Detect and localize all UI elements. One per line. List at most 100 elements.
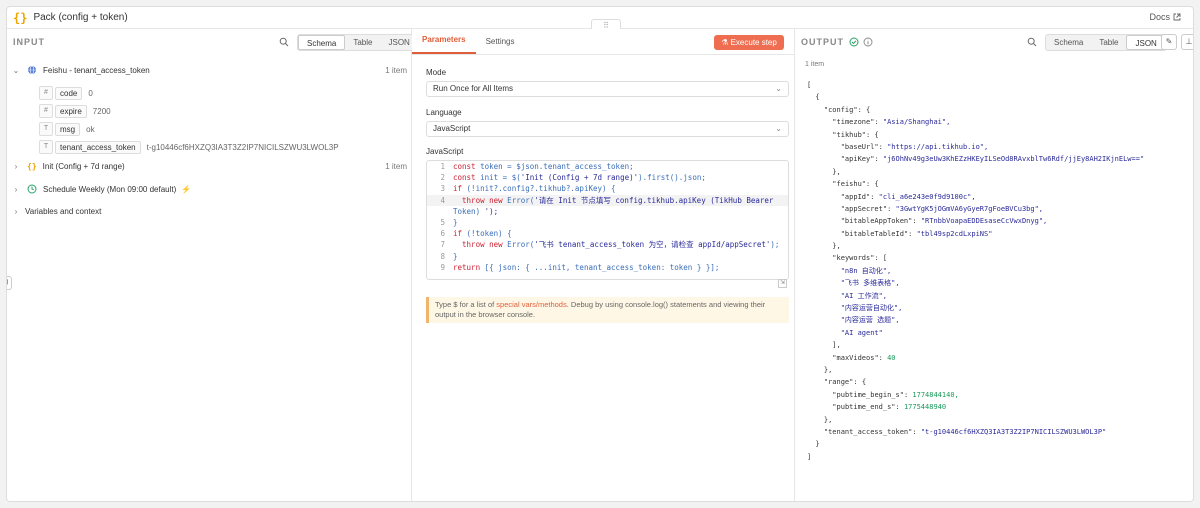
pin-output-button[interactable]: ⊥ bbox=[1181, 34, 1193, 50]
docs-label: Docs bbox=[1149, 12, 1170, 22]
line-number: 2 bbox=[440, 173, 445, 183]
mode-value: Run Once for All Items bbox=[433, 84, 514, 93]
json-line: ] bbox=[807, 452, 812, 461]
input-node-feishu[interactable]: ⌄ Feishu - tenant_access_token 1 item bbox=[7, 61, 411, 79]
edit-output-button[interactable]: ✎ bbox=[1161, 34, 1177, 50]
json-line: }, bbox=[807, 415, 833, 424]
line-number: 1 bbox=[440, 162, 445, 171]
json-line: "maxVideos": 40 bbox=[832, 353, 896, 362]
variables-label: Variables and context bbox=[25, 206, 102, 216]
external-link-icon bbox=[1173, 13, 1181, 21]
json-line: "内容运营自动化", bbox=[807, 304, 903, 313]
code-line[interactable]: Token) '); bbox=[427, 206, 788, 217]
output-view-switcher: Schema Table JSON bbox=[1045, 34, 1167, 51]
line-number: 6 bbox=[440, 229, 445, 239]
globe-icon bbox=[28, 65, 36, 75]
node-label: Schedule Weekly (Mon 09:00 default) bbox=[43, 184, 177, 194]
code-line[interactable]: 4 throw new Error('请在 Init 节点填写 config.t… bbox=[427, 194, 788, 206]
code-text: const init = $('Init (Config + 7d range)… bbox=[453, 173, 706, 183]
output-panel-header: OUTPUT Schema Table JSON ✎ ⊥ bbox=[795, 29, 1193, 55]
resize-icon[interactable]: ⇲ bbox=[778, 279, 787, 288]
schema-field[interactable]: T tenant_access_token t-g10446cf6HXZQ3IA… bbox=[39, 139, 339, 155]
json-line: "apiKey": "j6OhNv49g3eUw3KhEZzHKEyILSeOd… bbox=[840, 155, 1145, 164]
code-line[interactable]: 8} bbox=[427, 251, 788, 262]
pin-icon: ⊥ bbox=[1185, 37, 1193, 46]
input-node-schedule[interactable]: › Schedule Weekly (Mon 09:00 default) ⚡ bbox=[7, 180, 411, 198]
language-select[interactable]: JavaScript ⌄ bbox=[426, 121, 789, 137]
tab-parameters[interactable]: Parameters bbox=[412, 35, 476, 54]
code-text: return [{ json: { ...init, tenant_access… bbox=[453, 262, 720, 272]
json-line: "AI 工作流", bbox=[807, 291, 888, 300]
variables-context[interactable]: › Variables and context bbox=[7, 202, 411, 220]
json-line: "feishu": { bbox=[832, 180, 879, 189]
schema-field[interactable]: T msg ok bbox=[39, 121, 95, 137]
docs-link[interactable]: Docs bbox=[1149, 12, 1181, 22]
code-line[interactable]: 9 return [{ json: { ...init, tenant_acces… bbox=[427, 262, 788, 273]
json-line: "tikhub": { bbox=[832, 130, 879, 139]
input-title: INPUT bbox=[13, 37, 45, 47]
item-count: 1 item bbox=[385, 65, 407, 75]
json-line: "appId": "cli_a6e243e0f9d9100c", bbox=[840, 192, 976, 201]
code-text: throw new Error('飞书 tenant_access_token … bbox=[462, 240, 780, 250]
json-line: [ bbox=[807, 81, 812, 89]
tab-settings[interactable]: Settings bbox=[476, 37, 525, 54]
info-icon[interactable] bbox=[863, 37, 873, 47]
schema-field[interactable]: # expire 7200 bbox=[39, 103, 111, 119]
output-panel: OUTPUT Schema Table JSON ✎ ⊥ 1 item [ { … bbox=[795, 29, 1193, 501]
code-line[interactable]: 7 throw new Error('飞书 tenant_access_toke… bbox=[427, 239, 788, 250]
chevron-down-icon: ⌄ bbox=[775, 84, 782, 93]
code-line[interactable]: 2 const init = $('Init (Config + 7d range… bbox=[427, 172, 788, 183]
field-name[interactable]: msg bbox=[55, 122, 81, 136]
output-title: OUTPUT bbox=[801, 37, 844, 47]
input-node-init[interactable]: › {} Init (Config + 7d range) 1 item bbox=[7, 157, 411, 175]
field-name[interactable]: expire bbox=[55, 104, 87, 118]
json-line: } bbox=[807, 440, 820, 449]
field-name[interactable]: code bbox=[55, 86, 83, 100]
json-line: "appSecret": "3GwtYgK5jOGmVA6yGyeR7gFoeB… bbox=[840, 204, 1044, 213]
view-schema[interactable]: Schema bbox=[1046, 35, 1091, 50]
json-line: "tenant_access_token": "t-g10446cf6HXZQ3… bbox=[823, 427, 1107, 436]
mode-label: Mode bbox=[426, 68, 447, 77]
input-view-switcher: Schema Table JSON bbox=[297, 34, 419, 51]
view-table[interactable]: Table bbox=[345, 35, 380, 50]
schema-field[interactable]: # code 0 bbox=[39, 85, 93, 101]
braces-icon: {} bbox=[13, 10, 28, 25]
input-panel: INPUT Schema Table JSON ⌄ Feishu - tenan… bbox=[7, 29, 419, 501]
code-line[interactable]: 6 if (!token) { bbox=[427, 228, 788, 239]
json-line: { bbox=[807, 93, 820, 102]
node-title[interactable]: Pack (config + token) bbox=[33, 12, 127, 23]
code-label: JavaScript bbox=[426, 147, 464, 156]
view-schema[interactable]: Schema bbox=[298, 35, 346, 50]
chevron-right-icon[interactable]: › bbox=[11, 162, 21, 171]
check-circle-icon bbox=[849, 37, 859, 47]
code-line[interactable]: 1 const token = $json.tenant_access_token… bbox=[427, 161, 788, 172]
clock-icon bbox=[27, 184, 37, 194]
collapse-panel-handle[interactable]: ⟩ bbox=[7, 276, 12, 290]
code-text: const token = $json.tenant_access_token; bbox=[453, 162, 634, 171]
language-label: Language bbox=[426, 108, 462, 117]
code-line[interactable]: 3 if (!init?.config?.tikhub?.apiKey) { bbox=[427, 183, 788, 194]
pencil-icon: ✎ bbox=[1165, 37, 1173, 46]
json-line: "内容运营 选题", bbox=[807, 316, 900, 325]
input-panel-header: INPUT Schema Table JSON bbox=[7, 29, 419, 55]
chevron-right-icon[interactable]: › bbox=[11, 185, 21, 194]
mode-select[interactable]: Run Once for All Items ⌄ bbox=[426, 81, 789, 97]
chevron-down-icon[interactable]: ⌄ bbox=[11, 66, 21, 75]
special-vars-link[interactable]: special vars/methods bbox=[496, 300, 566, 309]
code-editor[interactable]: 1 const token = $json.tenant_access_token… bbox=[426, 160, 789, 280]
view-json[interactable]: JSON bbox=[1126, 35, 1166, 50]
execute-step-button[interactable]: ⚗ Execute step bbox=[714, 35, 784, 50]
chevron-right-icon[interactable]: › bbox=[11, 207, 21, 216]
search-icon[interactable] bbox=[279, 37, 289, 47]
code-text: } bbox=[453, 217, 458, 227]
json-line: "bitableTableId": "tbl49sp2cdLxpiNS" bbox=[840, 229, 993, 238]
field-name[interactable]: tenant_access_token bbox=[55, 140, 141, 154]
search-icon[interactable] bbox=[1027, 37, 1037, 47]
node-label: Feishu - tenant_access_token bbox=[43, 65, 150, 75]
view-table[interactable]: Table bbox=[1091, 35, 1126, 50]
code-hint: Type $ for a list of special vars/method… bbox=[426, 297, 789, 323]
json-line: }, bbox=[807, 242, 841, 251]
code-line[interactable]: 5} bbox=[427, 217, 788, 228]
node-label: Init (Config + 7d range) bbox=[42, 161, 125, 171]
field-value: 7200 bbox=[92, 106, 111, 116]
